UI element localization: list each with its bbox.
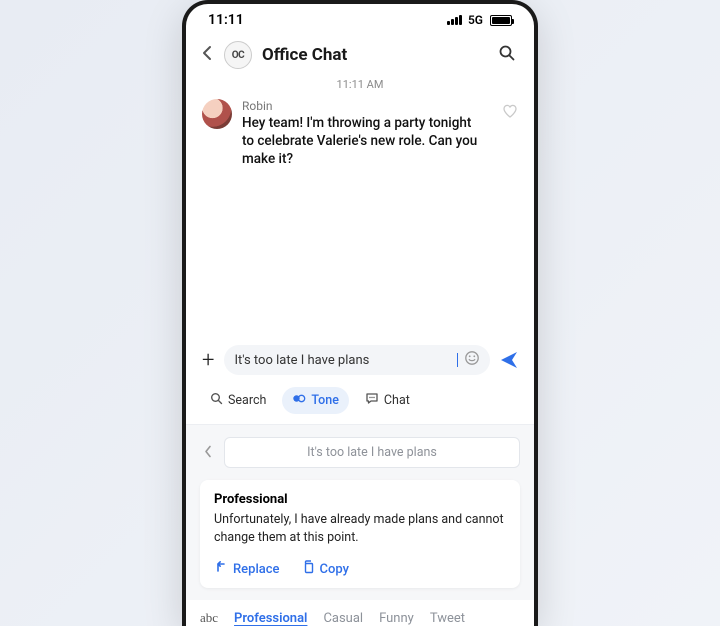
emoji-button[interactable] [464, 350, 480, 370]
suggestion-card: Professional Unfortunately, I have alrea… [200, 480, 520, 588]
suggestion-actions: Replace Copy [214, 560, 506, 578]
kb-tone-chip[interactable]: Tone [282, 387, 349, 414]
tone-option-professional[interactable]: Professional [234, 611, 307, 626]
suggestion-title: Professional [214, 492, 506, 507]
phone-frame: 11:11 5G OC Office Chat 11:11 AM Robin H… [182, 0, 538, 626]
text-caret [457, 353, 458, 367]
keyboard-options: Search Tone Chat [186, 383, 534, 425]
copy-icon [302, 560, 315, 578]
preview-back-button[interactable] [200, 441, 216, 464]
keyboard-panel: It's too late I have plans Professional … [186, 425, 534, 600]
preview-text: It's too late I have plans [307, 445, 437, 460]
message-row: Robin Hey team! I'm throwing a party ton… [202, 99, 518, 169]
compose-text: It's too late I have plans [234, 353, 456, 368]
search-icon [210, 392, 223, 409]
send-button[interactable] [498, 349, 520, 371]
tone-icon [292, 392, 306, 409]
kb-chat-label: Chat [384, 393, 410, 408]
suggestion-text: Unfortunately, I have already made plans… [214, 511, 506, 546]
chat-icon [365, 392, 379, 409]
status-bar: 11:11 5G [186, 4, 534, 32]
back-button[interactable] [200, 41, 214, 70]
compose-input[interactable]: It's too late I have plans [224, 345, 490, 375]
timestamp: 11:11 AM [186, 76, 534, 99]
kb-search-label: Search [228, 393, 266, 408]
status-right: 5G [447, 13, 512, 27]
kb-chat-chip[interactable]: Chat [355, 387, 420, 414]
chat-title: Office Chat [262, 45, 484, 65]
replace-label: Replace [233, 562, 280, 577]
copy-label: Copy [320, 562, 349, 577]
chat-header: OC Office Chat [186, 32, 534, 76]
abc-button[interactable]: abc [200, 610, 218, 626]
message-body: Robin Hey team! I'm throwing a party ton… [242, 99, 486, 169]
status-time: 11:11 [208, 12, 244, 28]
header-search-button[interactable] [494, 40, 520, 70]
signal-icon [447, 15, 462, 25]
tone-option-tweet[interactable]: Tweet [430, 611, 465, 626]
tone-bar: abc Professional Casual Funny Tweet [186, 600, 534, 626]
preview-row: It's too late I have plans [200, 437, 520, 468]
avatar[interactable] [202, 99, 232, 129]
message-text: Hey team! I'm throwing a party tonight t… [242, 114, 486, 169]
tone-option-funny[interactable]: Funny [379, 611, 414, 626]
kb-search-chip[interactable]: Search [200, 387, 276, 414]
attach-button[interactable]: + [200, 348, 216, 373]
spacer [186, 169, 534, 339]
like-button[interactable] [502, 103, 518, 123]
message-area: Robin Hey team! I'm throwing a party ton… [186, 99, 534, 169]
chat-avatar-badge: OC [224, 41, 252, 69]
message-sender: Robin [242, 99, 486, 113]
battery-icon [490, 15, 512, 26]
copy-button[interactable]: Copy [302, 560, 349, 578]
kb-tone-label: Tone [311, 393, 339, 408]
replace-button[interactable]: Replace [214, 560, 280, 578]
tone-option-casual[interactable]: Casual [323, 611, 363, 626]
network-label: 5G [468, 13, 483, 27]
preview-box[interactable]: It's too late I have plans [224, 437, 520, 468]
replace-icon [214, 560, 228, 578]
compose-row: + It's too late I have plans [186, 339, 534, 383]
